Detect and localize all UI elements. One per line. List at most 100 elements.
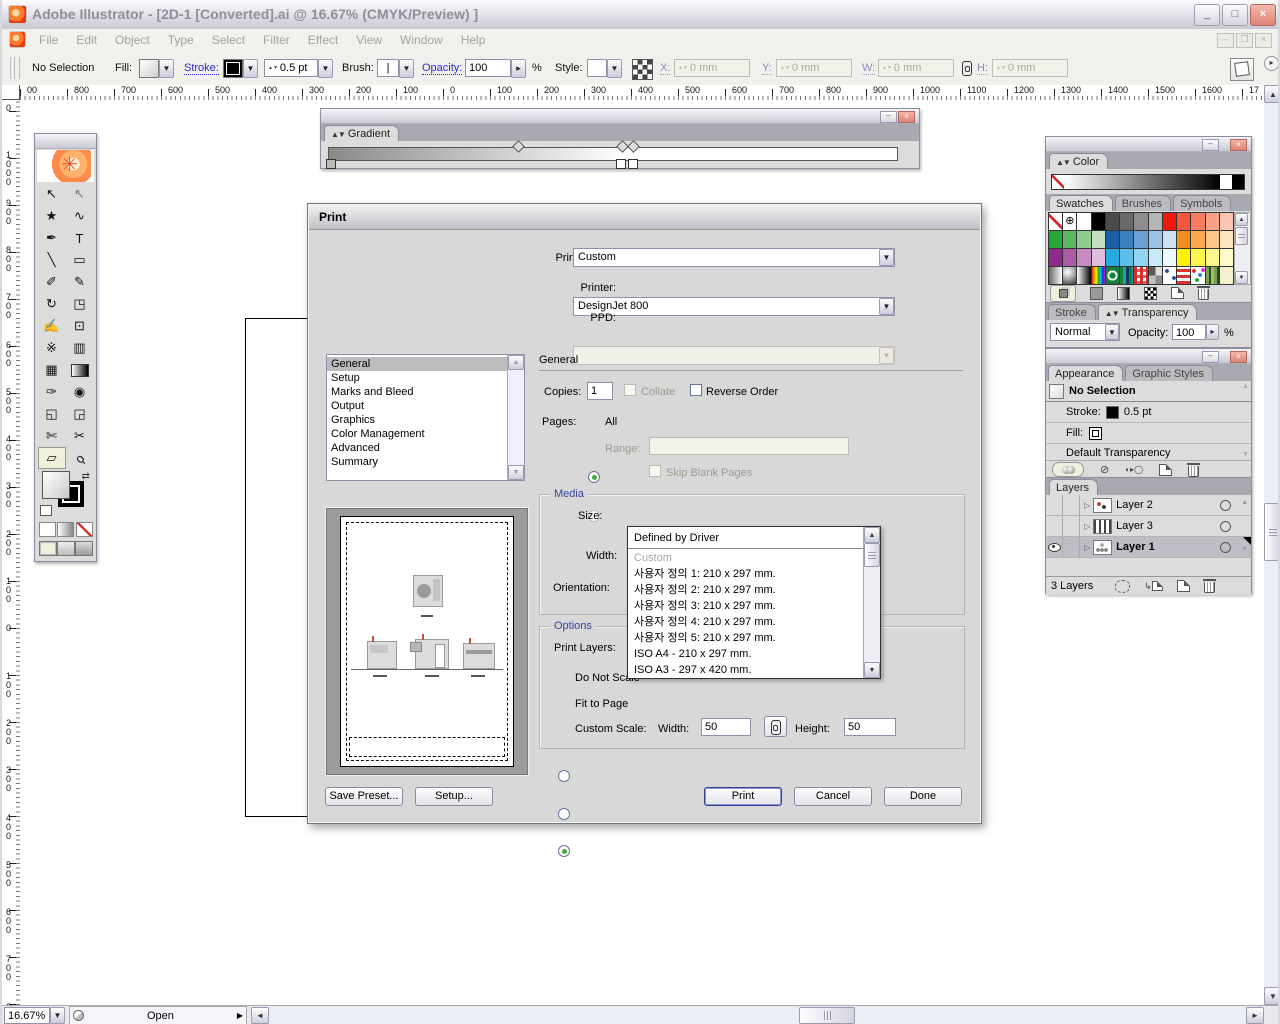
appearance-trash-icon[interactable] — [1188, 466, 1199, 477]
swatch-stripes[interactable] — [1120, 267, 1133, 284]
none-button[interactable] — [76, 522, 93, 537]
done-button[interactable]: Done — [884, 787, 962, 806]
knife-tool[interactable]: ✄ — [38, 425, 66, 447]
layer-target-icon[interactable] — [1220, 521, 1231, 532]
layers-scroll-down-icon[interactable]: ▼ — [1241, 546, 1248, 553]
h-scroll-left-icon[interactable]: ◄ — [251, 1007, 269, 1024]
h-scroll-right-icon[interactable]: ► — [1246, 1007, 1264, 1024]
swatch[interactable] — [1120, 249, 1133, 266]
swatch[interactable] — [1220, 213, 1233, 230]
swatch-rainbow[interactable] — [1092, 267, 1105, 284]
blend-mode-dropdown-button[interactable]: ▼ — [1105, 324, 1119, 340]
stepper-icon[interactable]: ▲▼ — [268, 66, 278, 71]
swatch-plaid-red[interactable] — [1134, 267, 1147, 284]
print-preset-dropdown-button[interactable]: ▼ — [879, 249, 894, 266]
swatch[interactable] — [1191, 213, 1204, 230]
free-transform-tool[interactable]: ⊡ — [66, 315, 94, 337]
fit-to-page-radio[interactable] — [558, 808, 570, 820]
pages-all-radio[interactable] — [588, 471, 600, 483]
expand-triangle-icon[interactable]: ▷ — [1084, 501, 1090, 510]
swatch[interactable] — [1163, 249, 1176, 266]
printer-dropdown-button[interactable]: ▼ — [879, 298, 894, 315]
stroke-swatch[interactable] — [223, 59, 243, 78]
rectangle-tool[interactable]: ▭ — [66, 249, 94, 271]
menu-filter[interactable]: Filter — [254, 29, 299, 52]
tab-color[interactable]: ▲▼Color — [1049, 153, 1108, 169]
color-black-swatch[interactable] — [1232, 174, 1245, 190]
new-layer-icon[interactable] — [1177, 580, 1190, 592]
size-option[interactable]: 사용자 정의 4: 210 x 297 mm. — [628, 614, 863, 630]
brush-dropdown-button[interactable]: ▼ — [399, 59, 414, 78]
custom-scale-radio[interactable] — [558, 845, 570, 857]
lock-toggle[interactable] — [1063, 495, 1080, 515]
swatch-linear-wb[interactable] — [1077, 267, 1090, 284]
duplicate-item-button[interactable] — [1052, 462, 1084, 477]
print-preset-combo[interactable]: Custom ▼ — [573, 248, 895, 267]
paintbrush-tool[interactable]: ✐ — [38, 271, 66, 293]
show-pattern-swatches-icon[interactable] — [1144, 287, 1157, 300]
v-scroll-down-icon[interactable]: ▼ — [1264, 987, 1280, 1005]
tab-appearance[interactable]: Appearance — [1048, 365, 1123, 381]
show-all-swatches-button[interactable] — [1050, 285, 1076, 302]
layer-row-layer-1[interactable]: ▷Layer 1▼ — [1046, 537, 1251, 558]
sections-scroll-down-icon[interactable]: ▼ — [508, 465, 524, 480]
visibility-toggle[interactable] — [1046, 516, 1063, 536]
menu-object[interactable]: Object — [106, 29, 159, 52]
live-paint-selection-tool[interactable]: ◲ — [66, 403, 94, 425]
print-section-setup[interactable]: Setup — [327, 371, 507, 385]
tab-graphic-styles[interactable]: Graphic Styles — [1125, 365, 1213, 381]
gradient-tool[interactable] — [66, 359, 94, 381]
swatch[interactable] — [1077, 213, 1090, 230]
setup-button[interactable]: Setup... — [415, 787, 493, 806]
h-scroll-thumb[interactable] — [799, 1007, 855, 1024]
show-gradient-swatches-icon[interactable] — [1117, 287, 1130, 300]
swatch-confetti[interactable] — [1191, 267, 1204, 284]
swatch[interactable] — [1049, 249, 1062, 266]
layer-target-icon[interactable] — [1220, 542, 1231, 553]
type-tool[interactable]: T — [66, 227, 94, 249]
lock-toggle[interactable] — [1063, 537, 1080, 557]
print-dialog-title[interactable]: Print — [309, 205, 980, 230]
cancel-button[interactable]: Cancel — [794, 787, 872, 806]
swatch-registration[interactable]: ⊕ — [1063, 213, 1076, 230]
dropdown-scroll-down-icon[interactable]: ▼ — [864, 662, 880, 678]
lasso-tool[interactable]: ∿ — [66, 205, 94, 227]
gradient-palette-strip[interactable]: – × — [321, 109, 919, 124]
panel-opacity-slider-button[interactable]: ▸ — [1206, 324, 1219, 340]
size-option[interactable]: Defined by Driver — [628, 528, 863, 549]
h-scroll-track[interactable] — [269, 1007, 1246, 1024]
go-to-bridge-icon[interactable] — [1230, 58, 1254, 81]
control-bar-grip[interactable] — [10, 57, 20, 79]
layers-trash-icon[interactable] — [1204, 582, 1215, 593]
swatch[interactable] — [1049, 231, 1062, 248]
panel-minimize-icon[interactable]: – — [1202, 139, 1219, 151]
swatches-scroll-down-icon[interactable]: ▼ — [1235, 271, 1248, 284]
clear-appearance-icon[interactable]: ⊘ — [1100, 463, 1109, 476]
print-section-summary[interactable]: Summary — [327, 455, 507, 469]
line-segment-tool[interactable]: ╲ — [38, 249, 66, 271]
print-section-general[interactable]: General — [327, 357, 507, 371]
size-option[interactable]: 사용자 정의 1: 210 x 297 mm. — [628, 566, 863, 582]
appearance-close-icon[interactable]: × — [1230, 351, 1247, 363]
paint-bucket-tool[interactable]: ◱ — [38, 403, 66, 425]
swatch[interactable] — [1092, 231, 1105, 248]
swatch[interactable] — [1177, 213, 1190, 230]
visibility-toggle[interactable] — [1046, 495, 1063, 515]
magic-wand-tool[interactable]: ★ — [38, 205, 66, 227]
minimize-button[interactable]: _ — [1194, 4, 1220, 26]
style-dropdown-button[interactable]: ▼ — [607, 59, 622, 78]
layer-target-icon[interactable] — [1220, 500, 1231, 511]
scale-link-button[interactable] — [764, 716, 787, 737]
direct-selection-tool[interactable]: ↖ — [66, 183, 94, 205]
visibility-toggle[interactable] — [1046, 537, 1063, 557]
print-section-marks-and-bleed[interactable]: Marks and Bleed — [327, 385, 507, 399]
stroke-weight-dropdown-button[interactable]: ▼ — [318, 59, 333, 78]
maximize-button[interactable]: □ — [1222, 4, 1248, 26]
copies-field[interactable]: 1 — [587, 382, 613, 400]
menu-window[interactable]: Window — [391, 29, 452, 52]
scale-height-field[interactable]: 50 — [844, 718, 896, 736]
tab-transparency[interactable]: ▲▼Transparency — [1098, 304, 1198, 320]
print-section-graphics[interactable]: Graphics — [327, 413, 507, 427]
swatch[interactable] — [1106, 231, 1119, 248]
swatch[interactable] — [1077, 249, 1090, 266]
